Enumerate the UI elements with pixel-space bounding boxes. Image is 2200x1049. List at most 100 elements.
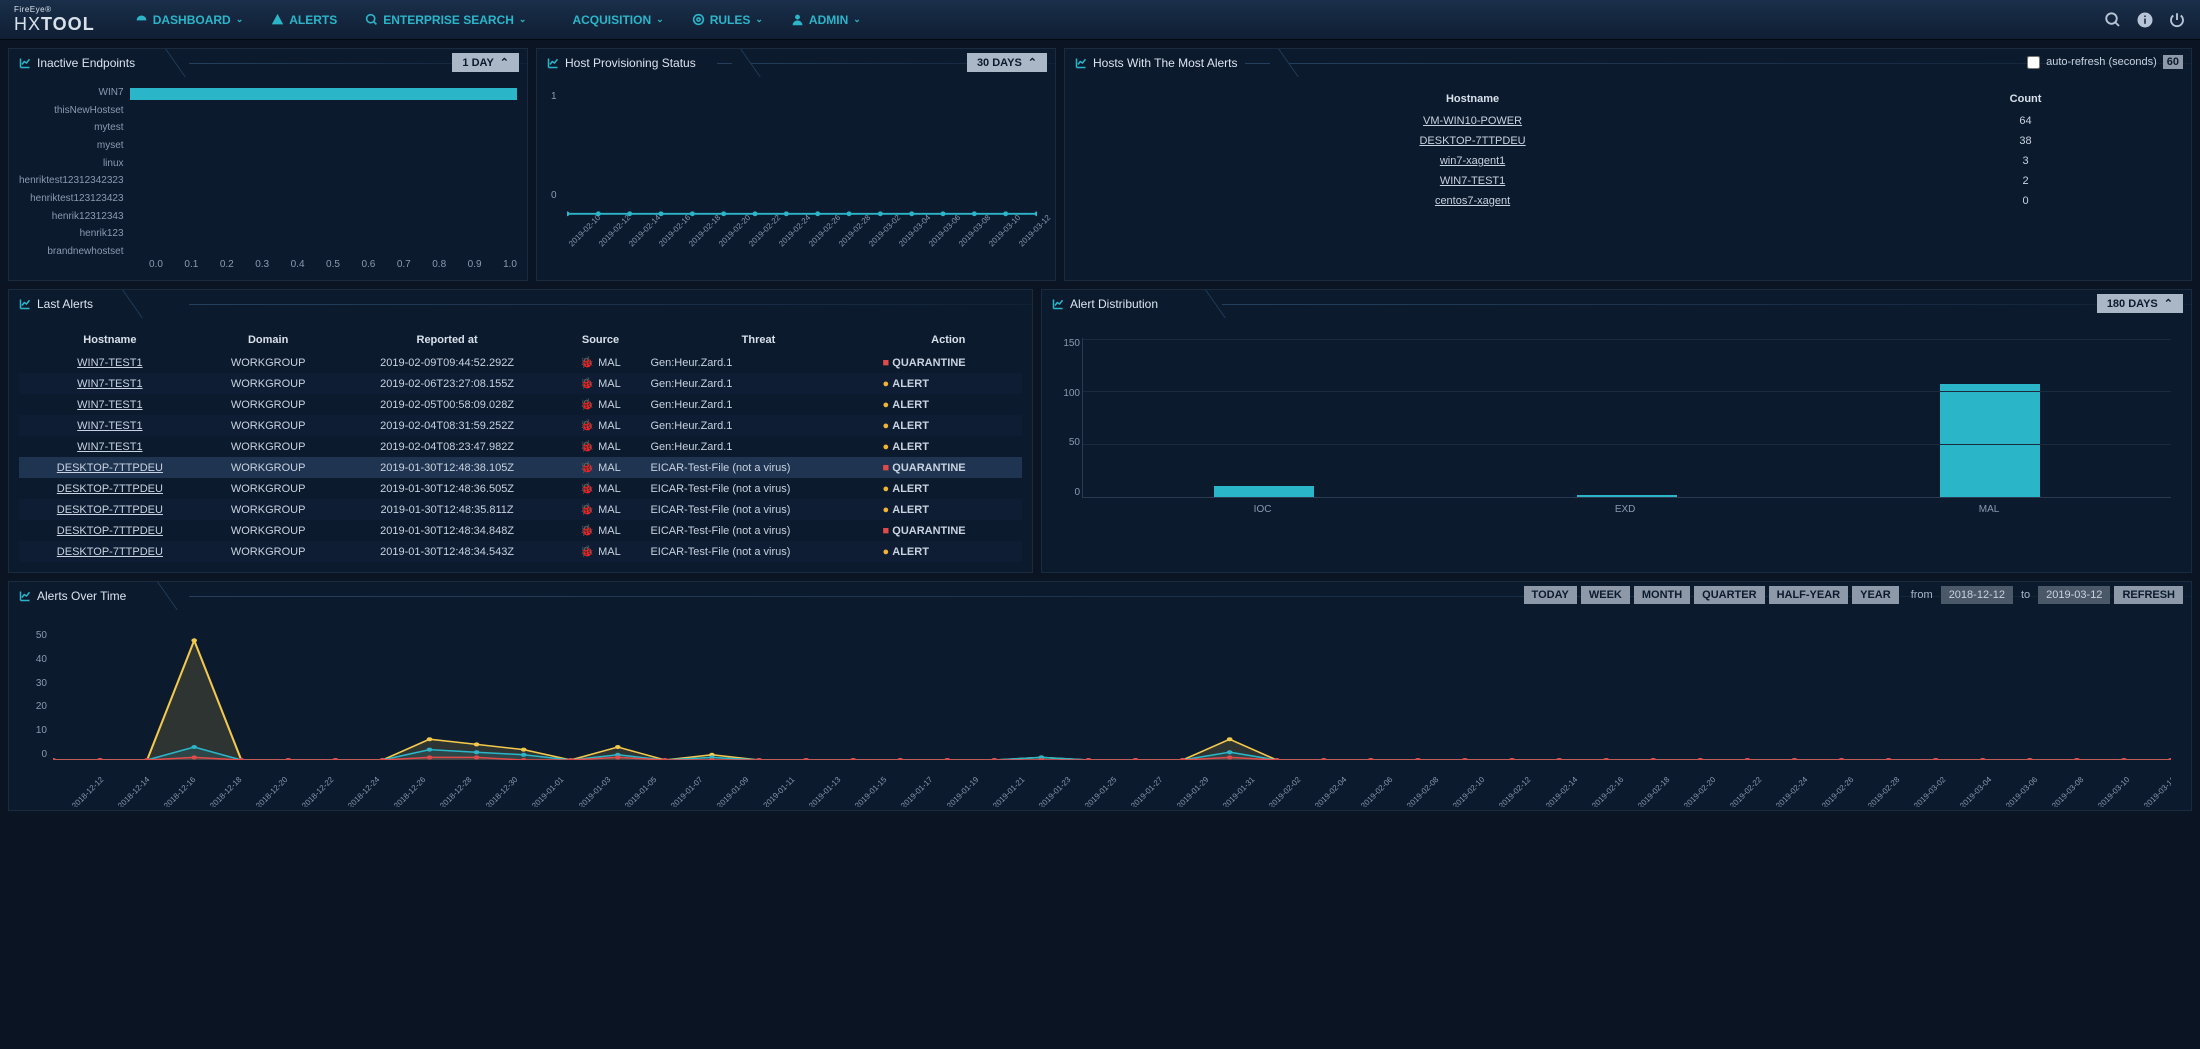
ytick: 0 <box>25 749 47 760</box>
threat-cell: Gen:Heur.Zard.1 <box>642 436 874 457</box>
time-selector[interactable]: 30 DAYS⌃ <box>967 53 1047 72</box>
table-row[interactable]: VM-WIN10-POWER 64 <box>1075 111 2181 131</box>
host-link[interactable]: DESKTOP-7TTPDEU <box>27 462 193 474</box>
table-row[interactable]: centos7-xagent0 <box>1075 191 2181 211</box>
domain-cell: WORKGROUP <box>201 499 336 520</box>
nav-alerts[interactable]: ALERTS <box>271 13 337 27</box>
range-button-month[interactable]: MONTH <box>1634 586 1690 604</box>
reported-cell: 2019-02-06T23:27:08.155Z <box>336 373 559 394</box>
xtick: 0.0 <box>149 259 163 270</box>
auto-refresh-checkbox[interactable] <box>2027 56 2040 69</box>
xlabel: 2019-03-04 <box>897 228 918 249</box>
ytick: 1 <box>551 91 557 102</box>
host-link[interactable]: WIN7-TEST1 <box>27 420 193 432</box>
time-selector[interactable]: 1 DAY⌃ <box>452 53 519 72</box>
domain-cell: WORKGROUP <box>201 415 336 436</box>
host-link[interactable]: DESKTOP-7TTPDEU <box>27 546 193 558</box>
nav-admin[interactable]: ADMIN ⌄ <box>791 13 861 27</box>
chevron-down-icon: ⌄ <box>853 14 861 25</box>
to-date[interactable]: 2019-03-12 <box>2038 586 2110 604</box>
host-link[interactable]: VM-WIN10-POWER <box>1423 115 1522 127</box>
alert-icon: ● <box>883 378 890 390</box>
threat-cell: Gen:Heur.Zard.1 <box>642 415 874 436</box>
host-link[interactable]: WIN7-TEST1 <box>27 378 193 390</box>
alert-row[interactable]: DESKTOP-7TTPDEUWORKGROUP2019-01-30T12:48… <box>19 478 1022 499</box>
xlabel: 2019-02-18 <box>1629 775 1687 807</box>
nav-menu: DASHBOARD ⌄ ALERTS ENTERPRISE SEARCH ⌄ A… <box>135 13 861 27</box>
bar-row <box>130 156 517 170</box>
xlabel: 2018-12-16 <box>156 775 214 807</box>
alert-row[interactable]: DESKTOP-7TTPDEUWORKGROUP2019-01-30T12:48… <box>19 541 1022 562</box>
from-date[interactable]: 2018-12-12 <box>1941 586 2013 604</box>
alert-row[interactable]: DESKTOP-7TTPDEUWORKGROUP2019-01-30T12:48… <box>19 520 1022 541</box>
time-selector[interactable]: 180 DAYS⌃ <box>2097 294 2183 313</box>
threat-cell: EICAR-Test-File (not a virus) <box>642 478 874 499</box>
host-link[interactable]: win7-xagent1 <box>1440 155 1505 167</box>
search-icon[interactable] <box>2104 11 2122 29</box>
nav-rules[interactable]: RULES ⌄ <box>692 13 763 27</box>
xlabel: 2019-03-08 <box>957 228 978 249</box>
bar-label: brandnewhostset <box>19 246 124 257</box>
alert-row[interactable]: WIN7-TEST1WORKGROUP2019-02-04T08:23:47.9… <box>19 436 1022 457</box>
source-cell: 🐞MAL <box>559 478 643 499</box>
host-link[interactable]: WIN7-TEST1 <box>1440 175 1505 187</box>
xlabel: 2018-12-14 <box>110 775 168 807</box>
table-row[interactable]: win7-xagent13 <box>1075 151 2181 171</box>
xlabel: 2019-02-22 <box>747 228 768 249</box>
power-icon[interactable] <box>2168 11 2186 29</box>
count-cell: 2 <box>1870 171 2181 191</box>
host-link[interactable]: DESKTOP-7TTPDEU <box>27 504 193 516</box>
range-button-half-year[interactable]: HALF-YEAR <box>1769 586 1849 604</box>
host-link[interactable]: WIN7-TEST1 <box>27 399 193 411</box>
table-row[interactable]: WIN7-TEST1 2 <box>1075 171 2181 191</box>
bar-row <box>130 122 517 136</box>
panel-title: Inactive Endpoints <box>37 56 135 70</box>
xlabel: 2019-01-07 <box>662 775 720 807</box>
alert-row[interactable]: WIN7-TEST1WORKGROUP2019-02-09T09:44:52.2… <box>19 352 1022 373</box>
source-cell: 🐞MAL <box>559 541 643 562</box>
alert-row[interactable]: WIN7-TEST1WORKGROUP2019-02-05T00:58:09.0… <box>19 394 1022 415</box>
xlabel: 2019-02-04 <box>1307 775 1365 807</box>
panel-alerts-over-time: Alerts Over Time TODAYWEEKMONTHQUARTERHA… <box>8 581 2192 811</box>
xtick: 1.0 <box>503 259 517 270</box>
range-button-week[interactable]: WEEK <box>1581 586 1630 604</box>
alert-row[interactable]: DESKTOP-7TTPDEUWORKGROUP2019-01-30T12:48… <box>19 457 1022 478</box>
dist-bar <box>1940 384 2040 497</box>
table-row[interactable]: DESKTOP-7TTPDEU38 <box>1075 131 2181 151</box>
alert-row[interactable]: WIN7-TEST1WORKGROUP2019-02-04T08:31:59.2… <box>19 415 1022 436</box>
xlabel: 2018-12-18 <box>202 775 260 807</box>
host-link[interactable]: centos7-xagent <box>1435 195 1510 207</box>
xlabel: 2019-03-04 <box>1952 775 2010 807</box>
xtick: 0.6 <box>361 259 375 270</box>
alert-icon: ● <box>883 420 890 432</box>
action-cell: ● ALERT <box>875 415 1022 436</box>
ytick: 150 <box>1058 338 1080 349</box>
host-link[interactable]: DESKTOP-7TTPDEU <box>1419 135 1525 147</box>
ytick: 100 <box>1058 388 1080 399</box>
xlabel: 2019-01-29 <box>1169 775 1227 807</box>
info-icon[interactable] <box>2136 11 2154 29</box>
alert-row[interactable]: DESKTOP-7TTPDEUWORKGROUP2019-01-30T12:48… <box>19 499 1022 520</box>
range-button-today[interactable]: TODAY <box>1524 586 1577 604</box>
col-count: Count <box>1870 87 2181 111</box>
host-link[interactable]: DESKTOP-7TTPDEU <box>27 525 193 537</box>
alert-row[interactable]: WIN7-TEST1WORKGROUP2019-02-06T23:27:08.1… <box>19 373 1022 394</box>
host-link[interactable]: DESKTOP-7TTPDEU <box>27 483 193 495</box>
nav-dashboard[interactable]: DASHBOARD ⌄ <box>135 13 244 27</box>
count-cell: 64 <box>1870 111 2181 131</box>
xlabel: IOC <box>1254 504 1272 515</box>
nav-acquisition[interactable]: ACQUISITION ⌄ <box>554 13 663 27</box>
xlabel: 2019-03-08 <box>2044 775 2102 807</box>
range-button-year[interactable]: YEAR <box>1852 586 1899 604</box>
reported-cell: 2019-01-30T12:48:34.543Z <box>336 541 559 562</box>
host-link[interactable]: WIN7-TEST1 <box>27 441 193 453</box>
xlabel: 2019-01-03 <box>570 775 628 807</box>
bar-row <box>130 87 517 101</box>
auto-refresh-value[interactable]: 60 <box>2163 55 2183 69</box>
reported-cell: 2019-01-30T12:48:38.105Z <box>336 457 559 478</box>
nav-enterprise-search[interactable]: ENTERPRISE SEARCH ⌄ <box>365 13 526 27</box>
host-link[interactable]: WIN7-TEST1 <box>27 357 193 369</box>
range-button-quarter[interactable]: QUARTER <box>1694 586 1764 604</box>
refresh-button[interactable]: REFRESH <box>2114 586 2183 604</box>
xlabel: 2019-02-02 <box>1261 775 1319 807</box>
